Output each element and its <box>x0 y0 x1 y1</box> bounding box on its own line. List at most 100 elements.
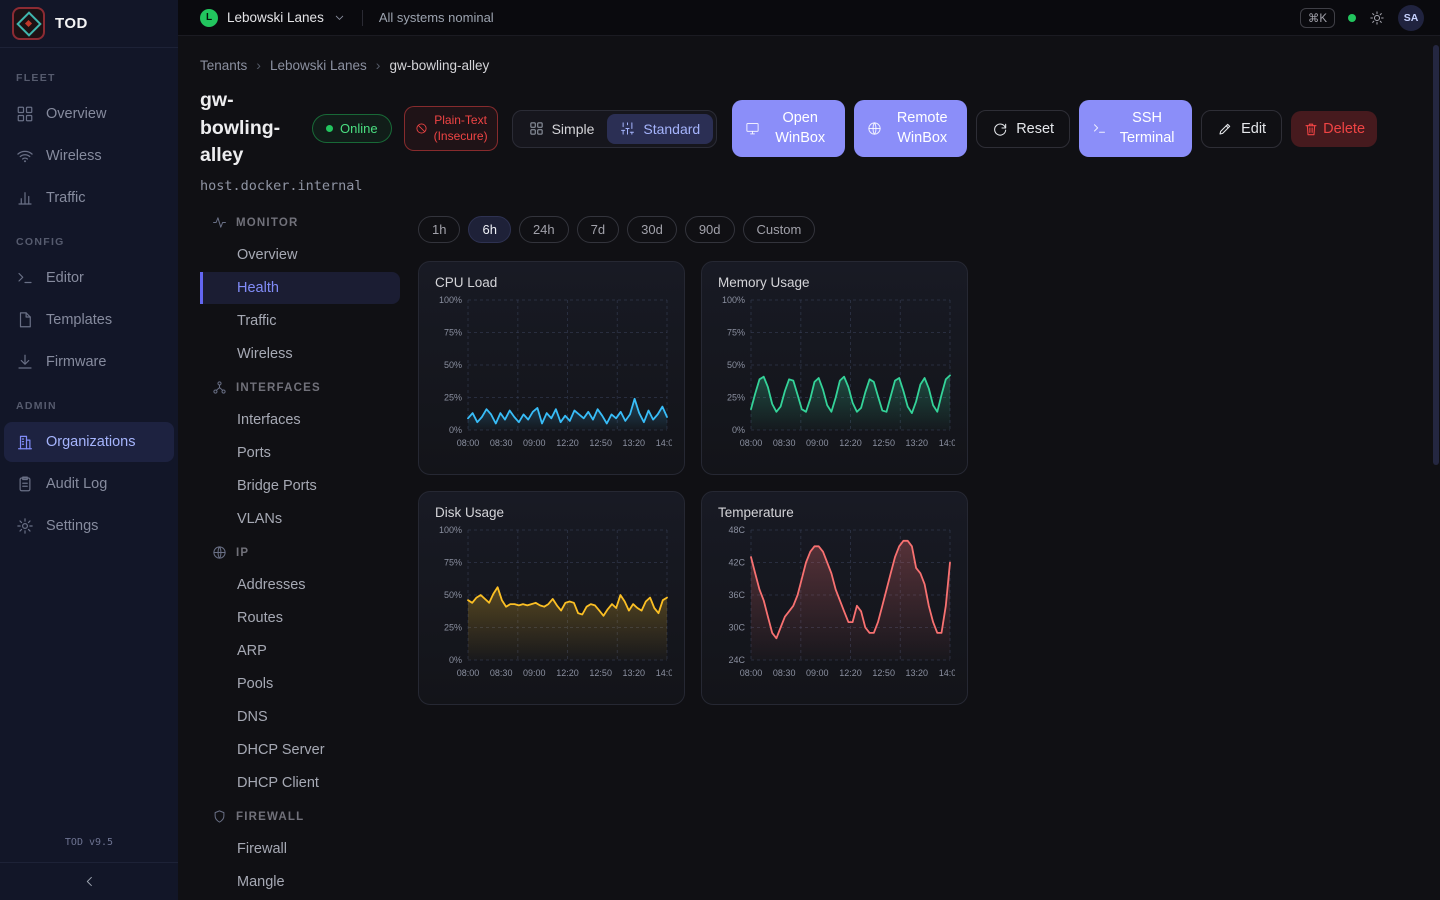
sidebar-nav: FLEET Overview Wireless Traffic CONFIG E… <box>0 48 178 821</box>
breadcrumb-tenants[interactable]: Tenants <box>200 58 247 73</box>
subnav-item-firewall[interactable]: Firewall <box>200 833 400 865</box>
page-title: gw-bowling-alley <box>200 87 300 170</box>
file-icon <box>16 311 34 329</box>
time-range-7d[interactable]: 7d <box>577 216 619 243</box>
sun-icon <box>1369 10 1385 26</box>
subnav-item-overview[interactable]: Overview <box>200 239 400 271</box>
time-range-30d[interactable]: 30d <box>627 216 677 243</box>
time-range-1h[interactable]: 1h <box>418 216 460 243</box>
reset-button[interactable]: Reset <box>976 110 1070 148</box>
ssh-terminal-button[interactable]: SSH Terminal <box>1079 100 1192 157</box>
svg-text:09:00: 09:00 <box>806 438 829 448</box>
delete-button[interactable]: Delete <box>1291 111 1377 147</box>
svg-text:12:50: 12:50 <box>872 668 895 678</box>
collapse-sidebar-button[interactable] <box>0 862 178 900</box>
subnav-item-ports[interactable]: Ports <box>200 437 400 469</box>
sidebar-footer: TOD v9.5 <box>0 821 178 900</box>
time-range-selector: 1h 6h 24h 7d 30d 90d Custom <box>418 216 968 243</box>
svg-text:12:50: 12:50 <box>589 438 612 448</box>
edit-button[interactable]: Edit <box>1201 110 1282 148</box>
svg-text:08:00: 08:00 <box>457 668 480 678</box>
subnav-item-arp[interactable]: ARP <box>200 635 400 667</box>
svg-text:12:20: 12:20 <box>556 438 579 448</box>
theme-toggle-button[interactable] <box>1369 10 1385 26</box>
pencil-icon <box>1217 121 1233 137</box>
subnav-section-firewall: FIREWALL <box>200 800 400 832</box>
brand-logo-icon <box>12 7 45 40</box>
subnav-item-bridge-ports[interactable]: Bridge Ports <box>200 470 400 502</box>
brand: TOD <box>0 0 178 48</box>
subnav-item-routes[interactable]: Routes <box>200 602 400 634</box>
svg-text:100%: 100% <box>439 295 462 305</box>
svg-text:0%: 0% <box>449 425 462 435</box>
svg-text:25%: 25% <box>444 623 462 633</box>
sidebar-item-editor[interactable]: Editor <box>4 258 174 298</box>
device-host: host.docker.internal <box>200 178 1440 194</box>
brand-name: TOD <box>55 15 88 32</box>
svg-text:36C: 36C <box>728 590 745 600</box>
sidebar-item-settings[interactable]: Settings <box>4 506 174 546</box>
sidebar-item-label: Overview <box>46 106 106 122</box>
subnav-item-pools[interactable]: Pools <box>200 668 400 700</box>
chart-card-cpu-load: CPU Load 100%75%50%25%0%08:0008:3009:001… <box>418 261 685 475</box>
topbar: L Lebowski Lanes All systems nominal ⌘K … <box>178 0 1440 36</box>
svg-text:13:20: 13:20 <box>623 668 646 678</box>
view-mode-standard[interactable]: Standard <box>607 114 713 144</box>
svg-text:08:30: 08:30 <box>773 438 796 448</box>
subnav-item-mangle[interactable]: Mangle <box>200 866 400 898</box>
subnav-item-dhcp-server[interactable]: DHCP Server <box>200 734 400 766</box>
command-palette-shortcut[interactable]: ⌘K <box>1300 8 1335 28</box>
network-icon <box>212 380 227 395</box>
sidebar-item-label: Organizations <box>46 434 135 450</box>
health-status-dot <box>1348 14 1356 22</box>
subnav-item-traffic[interactable]: Traffic <box>200 305 400 337</box>
svg-text:08:00: 08:00 <box>740 668 763 678</box>
svg-text:50%: 50% <box>444 360 462 370</box>
nav-section-admin: ADMIN <box>0 384 178 420</box>
sidebar-item-organizations[interactable]: Organizations <box>4 422 174 462</box>
sidebar-item-overview[interactable]: Overview <box>4 94 174 134</box>
time-range-24h[interactable]: 24h <box>519 216 569 243</box>
view-mode-simple[interactable]: Simple <box>516 114 608 144</box>
topbar-right: ⌘K SA <box>1300 5 1424 31</box>
content-row: MONITOR OverviewHealthTrafficWireless IN… <box>200 206 1440 899</box>
chart-title: Temperature <box>718 505 955 520</box>
sidebar-item-templates[interactable]: Templates <box>4 300 174 340</box>
sidebar-item-label: Wireless <box>46 148 102 164</box>
time-range-6h[interactable]: 6h <box>468 216 510 243</box>
globe-icon <box>212 545 227 560</box>
time-range-custom[interactable]: Custom <box>743 216 816 243</box>
svg-text:14:00: 14:00 <box>939 438 955 448</box>
sidebar-item-audit-log[interactable]: Audit Log <box>4 464 174 504</box>
chart-memory-usage: 100%75%50%25%0%08:0008:3009:0012:2012:50… <box>718 293 955 451</box>
chart-card-temperature: Temperature 48C42C36C30C24C08:0008:3009:… <box>701 491 968 705</box>
subnav-item-health[interactable]: Health <box>200 272 400 304</box>
scrollbar-thumb[interactable] <box>1433 45 1439 465</box>
subnav-item-vlans[interactable]: VLANs <box>200 503 400 535</box>
sidebar-item-traffic[interactable]: Traffic <box>4 178 174 218</box>
sidebar-item-label: Firmware <box>46 354 106 370</box>
clipboard-icon <box>16 475 34 493</box>
slash-circle-icon <box>415 122 428 135</box>
subnav-item-dhcp-client[interactable]: DHCP Client <box>200 767 400 799</box>
remote-winbox-button[interactable]: Remote WinBox <box>854 100 967 157</box>
sidebar-item-firmware[interactable]: Firmware <box>4 342 174 382</box>
open-winbox-button[interactable]: Open WinBox <box>732 100 845 157</box>
svg-text:75%: 75% <box>444 558 462 568</box>
tenant-switcher[interactable]: L Lebowski Lanes <box>200 9 346 27</box>
breadcrumb-lebowski-lanes[interactable]: Lebowski Lanes <box>270 58 367 73</box>
subnav-item-wireless[interactable]: Wireless <box>200 338 400 370</box>
subnav-item-addresses[interactable]: Addresses <box>200 569 400 601</box>
svg-text:09:00: 09:00 <box>523 668 546 678</box>
view-mode-toggle: Simple Standard <box>512 110 718 148</box>
sidebar-item-wireless[interactable]: Wireless <box>4 136 174 176</box>
subnav-item-dns[interactable]: DNS <box>200 701 400 733</box>
svg-text:25%: 25% <box>727 393 745 403</box>
device-subnav: MONITOR OverviewHealthTrafficWireless IN… <box>200 206 400 899</box>
svg-text:100%: 100% <box>722 295 745 305</box>
subnav-item-interfaces[interactable]: Interfaces <box>200 404 400 436</box>
svg-text:0%: 0% <box>449 655 462 665</box>
time-range-90d[interactable]: 90d <box>685 216 735 243</box>
monitor-icon <box>745 121 760 136</box>
user-avatar[interactable]: SA <box>1398 5 1424 31</box>
